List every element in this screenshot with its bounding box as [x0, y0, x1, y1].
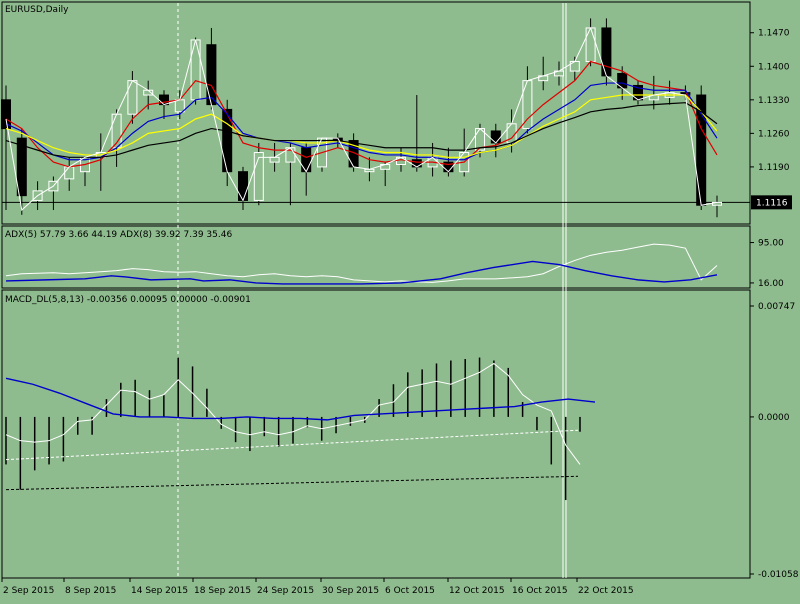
candle-body [190, 39, 201, 101]
time-axis-label: 30 Sep 2015 [322, 586, 379, 596]
price-axis-label: 1.1400 [758, 62, 790, 72]
time-axis-label: 14 Sep 2015 [131, 586, 188, 596]
candle-body [64, 166, 75, 180]
time-axis-label: 24 Sep 2015 [257, 586, 314, 596]
macd-axis-label: 0.00747 [758, 302, 795, 312]
price-axis-label: 1.1330 [758, 96, 790, 106]
chart-canvas[interactable]: 1.1470 1.1400 1.1330 1.1260 1.1190 1.1116 95.… [0, 0, 800, 600]
current-price-label: 1.1116 [756, 198, 788, 208]
macd-panel-title: MACD_DL(5,8,13) -0.00356 0.00095 0.00000… [5, 295, 251, 305]
time-axis-label: 6 Oct 2015 [385, 586, 435, 596]
time-axis-label: 2 Sep 2015 [3, 586, 54, 596]
candle-body [601, 27, 612, 77]
time-axis-label: 12 Oct 2015 [449, 586, 505, 596]
candle-body [490, 130, 501, 144]
price-axis-label: 1.1470 [758, 29, 790, 39]
time-axis-label: 16 Oct 2015 [512, 586, 568, 596]
time-axis-label: 22 Oct 2015 [578, 586, 634, 596]
candle-body [253, 152, 264, 201]
candle-body [127, 80, 138, 115]
candle-body [269, 156, 280, 163]
price-axis-label: 1.1190 [758, 163, 790, 173]
macd-axis-label: 0.0000 [758, 413, 790, 423]
candle-body [206, 44, 217, 106]
macd-axis-label: -0.01058 [758, 570, 799, 580]
time-axis-label: 18 Sep 2015 [194, 586, 251, 596]
candle-body [301, 147, 312, 173]
time-axis-label: 8 Sep 2015 [65, 586, 116, 596]
adx-panel-title: ADX(5) 57.79 3.66 44.19 ADX(8) 39.92 7.3… [5, 230, 232, 240]
price-axis-label: 1.1260 [758, 129, 790, 139]
adx-axis-label: 95.00 [758, 239, 784, 249]
chart-window[interactable]: 1.1470 1.1400 1.1330 1.1260 1.1190 1.1116 95.… [0, 0, 800, 600]
price-panel-title: EURUSD,Daily [5, 5, 69, 15]
candle-body [411, 159, 422, 168]
candle-body [585, 27, 596, 62]
candle-body [238, 171, 248, 201]
candle-body [174, 99, 185, 113]
adx-axis-label: 16.00 [758, 279, 784, 289]
